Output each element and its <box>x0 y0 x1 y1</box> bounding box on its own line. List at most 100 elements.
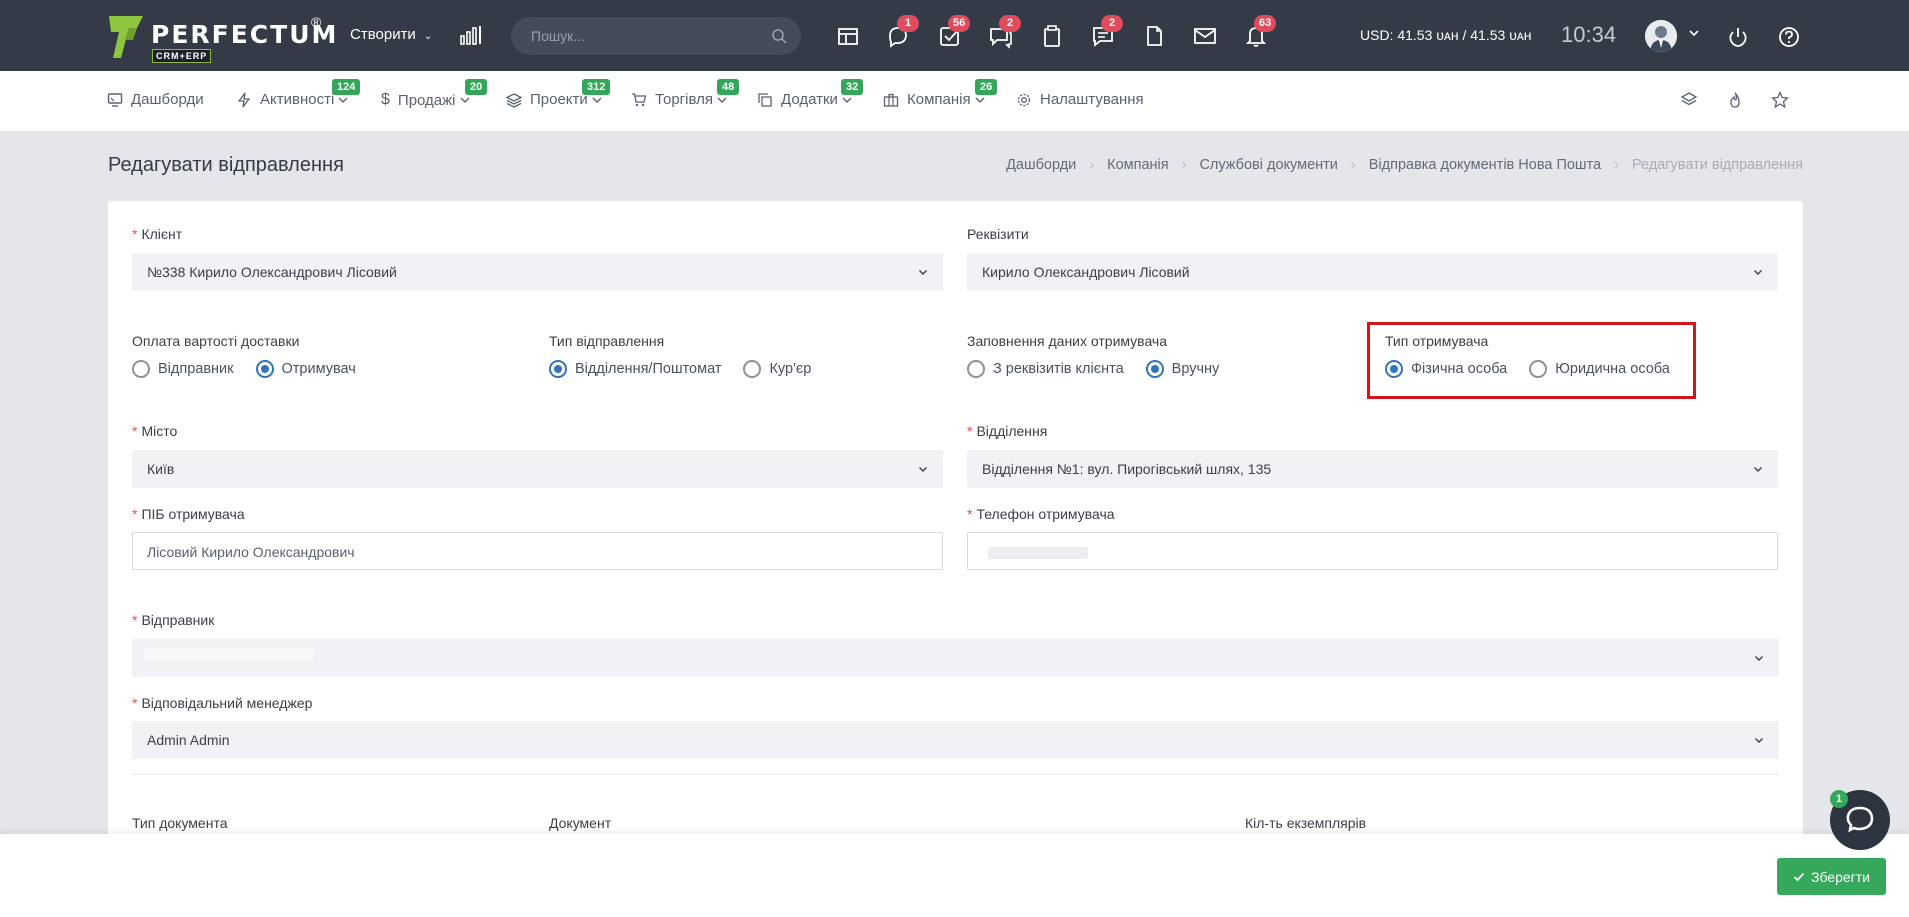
shipment-option-courier[interactable]: Кур'єр <box>743 360 811 378</box>
nav-sales[interactable]: $ Продажі 20 <box>381 79 488 109</box>
create-menu-button[interactable]: Створити ⌄ <box>350 26 432 43</box>
mail-icon[interactable] <box>1191 22 1219 50</box>
recipient-type-option-individual[interactable]: Фізична особа <box>1385 360 1507 378</box>
nav-label: Додатки <box>781 91 838 108</box>
nav-trade[interactable]: Торгівля 48 <box>631 79 740 108</box>
recipient-name-value: Лісовий Кирило Олександрович <box>147 544 355 560</box>
star-icon[interactable] <box>1771 91 1789 109</box>
recipient-name-input[interactable]: Лісовий Кирило Олександрович <box>132 532 943 570</box>
radio-button[interactable] <box>132 360 150 378</box>
logo-subtitle: CRM+ERP <box>152 49 212 63</box>
radio-button-selected[interactable] <box>255 360 274 378</box>
calendar-icon[interactable] <box>834 22 862 50</box>
payment-option-sender[interactable]: Відправник <box>132 360 234 378</box>
nav-label: Дашборди <box>131 91 204 108</box>
nav-settings[interactable]: Налаштування <box>1016 91 1144 108</box>
shipment-type-label: Тип відправлення <box>549 333 665 349</box>
recipient-data-option-client[interactable]: З реквізитів клієнта <box>967 360 1124 378</box>
divider <box>132 774 1779 775</box>
chevron-down-icon <box>842 97 852 103</box>
nav-label: Продажі <box>397 91 456 109</box>
payment-option-recipient[interactable]: Отримувач <box>255 360 356 378</box>
avatar[interactable] <box>1645 20 1677 52</box>
redacted-value <box>144 648 314 660</box>
chevron-down-icon <box>592 97 602 103</box>
city-label: * Місто <box>132 423 178 439</box>
payment-radio-group: Відправник Отримувач <box>132 360 378 378</box>
chevron-down-icon <box>1755 656 1763 661</box>
breadcrumb-item[interactable]: Службові документи <box>1199 157 1337 173</box>
user-avatar-icon <box>1645 20 1677 52</box>
radio-label: Вручну <box>1171 361 1220 377</box>
nav-addons[interactable]: Додатки 32 <box>757 79 864 108</box>
help-icon[interactable] <box>1778 26 1800 48</box>
copies-label: Кіл-ть екземплярів <box>1245 815 1367 831</box>
nav-company[interactable]: Компанія 26 <box>883 79 998 108</box>
recipient-phone-input[interactable] <box>967 532 1778 570</box>
bottom-action-bar <box>0 834 1909 917</box>
branch-label: * Відділення <box>967 423 1048 439</box>
nav-badge: 26 <box>975 79 998 95</box>
tasks-notifications[interactable]: 56 <box>936 15 971 50</box>
recipient-type-option-legal[interactable]: Юридична особа <box>1529 360 1670 378</box>
breadcrumb: Дашборди › Компанія › Службові документи… <box>1006 157 1803 173</box>
nav-label: Налаштування <box>1040 91 1144 108</box>
cart-icon <box>632 92 647 106</box>
breadcrumb-item[interactable]: Відправка документів Нова Пошта <box>1369 157 1601 173</box>
radio-button-selected[interactable] <box>549 360 567 378</box>
nav-label: Активності <box>260 91 335 108</box>
breadcrumb-current: Редагувати відправлення <box>1631 157 1803 173</box>
breadcrumb-item[interactable]: Компанія <box>1107 157 1168 173</box>
comments-notifications[interactable]: 2 <box>1089 15 1123 50</box>
search-box[interactable]: Пошук... <box>511 17 801 55</box>
requisites-select[interactable]: Кирило Олександрович Лісовий <box>967 253 1778 291</box>
branch-select[interactable]: Відділення №1: вул. Пирогівський шлях, 1… <box>967 450 1778 488</box>
save-label: Зберегти <box>1810 868 1870 885</box>
chevron-down-icon <box>1754 467 1762 472</box>
requisites-value: Кирило Олександрович Лісовий <box>982 264 1190 280</box>
client-select[interactable]: №338 Кирило Олександрович Лісовий <box>132 253 943 291</box>
radio-button-selected[interactable] <box>1145 360 1164 378</box>
city-select[interactable]: Київ <box>132 450 943 488</box>
chevron-right-icon: › <box>1350 157 1356 173</box>
breadcrumb-item[interactable]: Дашборди <box>1006 157 1076 173</box>
clipboard-icon[interactable] <box>1038 22 1066 50</box>
chat-notifications[interactable]: 1 <box>885 15 919 50</box>
dollar-icon: $ <box>381 91 390 108</box>
save-button[interactable]: Зберегти <box>1777 858 1886 895</box>
radio-button-selected[interactable] <box>1385 360 1403 378</box>
manager-select[interactable]: Admin Admin <box>132 721 1779 759</box>
search-icon[interactable] <box>771 28 787 44</box>
layers-icon[interactable] <box>1680 91 1698 109</box>
chevron-down-icon <box>460 97 470 103</box>
recipient-data-option-manual[interactable]: Вручну <box>1145 360 1220 378</box>
chevron-down-icon <box>338 97 348 103</box>
radio-label: Отримувач <box>281 361 356 377</box>
chevron-down-icon[interactable] <box>1688 27 1700 39</box>
fire-icon[interactable] <box>1726 91 1744 109</box>
logo[interactable]: PERFECTUM ® CRM+ERP <box>107 14 336 63</box>
shipment-option-branch[interactable]: Відділення/Поштомат <box>549 360 721 378</box>
sender-select[interactable] <box>132 639 1779 677</box>
radio-button[interactable] <box>1529 360 1548 378</box>
nav-dashboards[interactable]: Дашборди <box>107 91 204 108</box>
recipient-data-radio-group: З реквізитів клієнта Вручну <box>967 360 1241 378</box>
nav-projects[interactable]: Проекти 312 <box>506 79 611 108</box>
messages-notifications[interactable]: 2 <box>987 15 1021 50</box>
power-icon[interactable] <box>1727 26 1749 48</box>
gear-icon <box>1017 93 1031 106</box>
stats-icon[interactable] <box>460 25 482 45</box>
radio-button[interactable] <box>967 360 985 378</box>
currency-rate: USD: 41.53 ᴜᴀʜ / 41.53 ᴜᴀʜ <box>1360 27 1532 43</box>
radio-button[interactable] <box>743 360 762 378</box>
nav-activities[interactable]: Активності 124 <box>236 79 361 108</box>
chevron-down-icon <box>1755 738 1763 743</box>
document-icon[interactable] <box>1140 22 1168 50</box>
support-chat-button[interactable]: 1 <box>1830 790 1890 850</box>
radio-label: З реквізитів клієнта <box>993 361 1124 377</box>
recipient-type-radio-group: Фізична особа Юридична особа <box>1385 360 1692 378</box>
bell-notifications[interactable]: 63 <box>1242 15 1277 50</box>
chevron-right-icon: › <box>1089 157 1095 173</box>
nav-badge: 32 <box>841 79 864 95</box>
manager-value: Admin Admin <box>147 732 230 748</box>
